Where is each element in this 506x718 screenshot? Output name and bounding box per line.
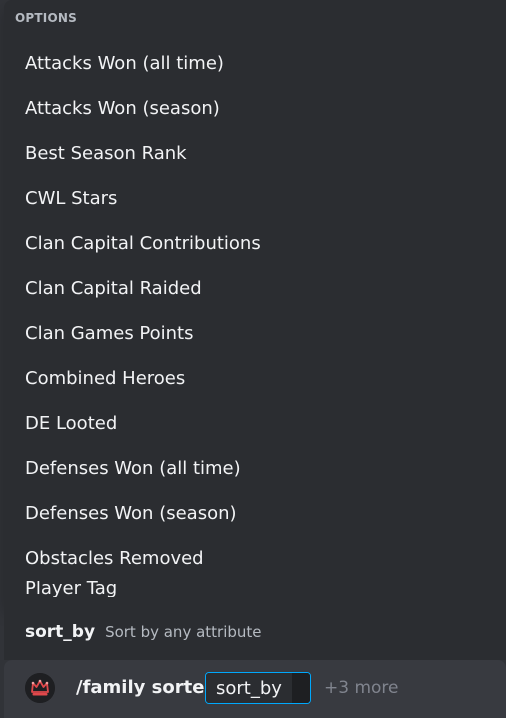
option-attacks-won-season[interactable]: Attacks Won (season) [4, 86, 506, 131]
option-obstacles-removed[interactable]: Obstacles Removed [4, 536, 506, 581]
parameter-name: sort_by [25, 622, 96, 642]
option-cwl-stars[interactable]: CWL Stars [4, 176, 506, 221]
option-defenses-won-all-time[interactable]: Defenses Won (all time) [4, 446, 506, 491]
option-clan-capital-raided[interactable]: Clan Capital Raided [4, 266, 506, 311]
option-defenses-won-season[interactable]: Defenses Won (season) [4, 491, 506, 536]
more-options-text[interactable]: +3 more [324, 678, 399, 698]
option-clan-capital-contributions[interactable]: Clan Capital Contributions [4, 221, 506, 266]
command-name: /family sorted [76, 677, 218, 698]
bot-avatar [25, 673, 55, 703]
autocomplete-options-list[interactable]: Attacks Won (all time) Attacks Won (seas… [4, 41, 506, 597]
sort-by-chip-value-input[interactable] [291, 673, 310, 703]
option-combined-heroes[interactable]: Combined Heroes [4, 356, 506, 401]
app-root: OPTIONS Attacks Won (all time) Attacks W… [0, 0, 506, 718]
crown-icon [25, 673, 55, 703]
parameter-description-bar: sort_by Sort by any attribute [4, 604, 506, 660]
sort-by-option-chip[interactable]: sort_by [205, 672, 311, 704]
option-de-looted[interactable]: DE Looted [4, 401, 506, 446]
sort-by-chip-label: sort_by [206, 673, 292, 703]
option-player-tag[interactable]: Player Tag [4, 581, 506, 597]
option-attacks-won-all-time[interactable]: Attacks Won (all time) [4, 41, 506, 86]
autocomplete-popup: OPTIONS Attacks Won (all time) Attacks W… [4, 0, 506, 604]
option-clan-games-points[interactable]: Clan Games Points [4, 311, 506, 356]
option-best-season-rank[interactable]: Best Season Rank [4, 131, 506, 176]
command-input-bar[interactable]: /family sorted sort_by +3 more [4, 660, 506, 718]
parameter-description: Sort by any attribute [105, 623, 262, 641]
autocomplete-header: OPTIONS [15, 11, 77, 25]
